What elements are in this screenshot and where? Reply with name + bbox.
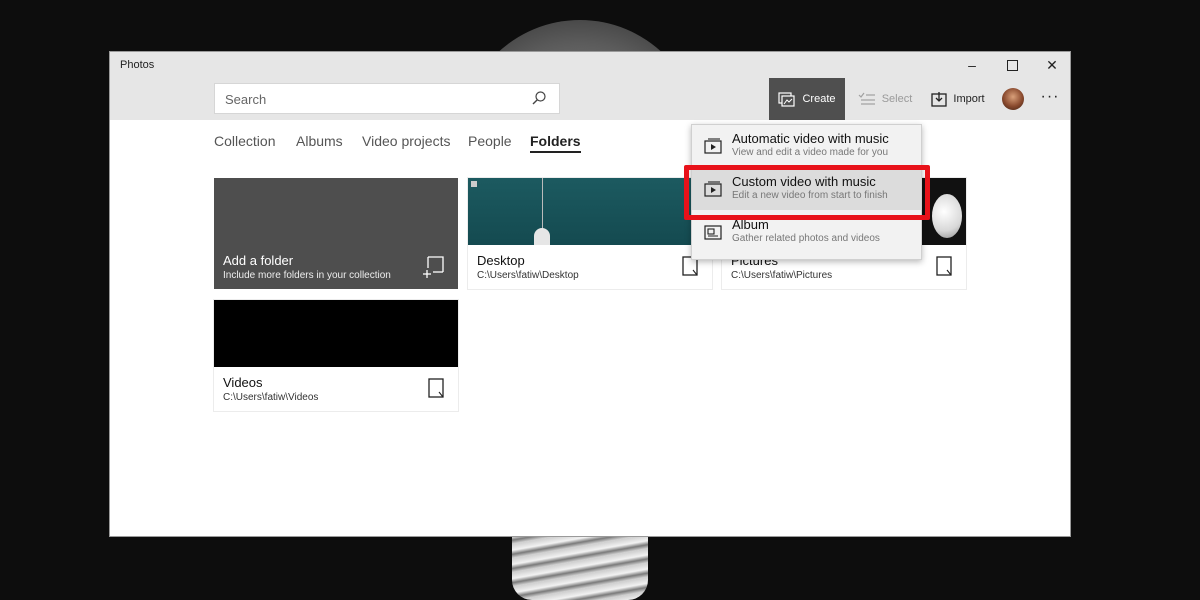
maximize-icon (1006, 59, 1018, 71)
import-button[interactable]: Import (926, 78, 990, 120)
folder-name: Videos (223, 375, 263, 390)
avatar[interactable] (1002, 88, 1024, 110)
tab-albums[interactable]: Albums (296, 133, 343, 149)
folder-thumbnail (468, 178, 712, 245)
tab-collection[interactable]: Collection (214, 133, 275, 149)
annotation-highlight-box (684, 165, 930, 220)
select-button[interactable]: Select (854, 78, 916, 120)
create-button[interactable]: Create (769, 78, 845, 120)
title-bar: Photos – ✕ Search Create Select Import ·… (110, 52, 1070, 120)
maximize-button[interactable] (992, 54, 1032, 76)
folder-icon (936, 256, 952, 276)
search-icon (532, 91, 546, 105)
import-icon (931, 92, 948, 107)
minimize-button[interactable]: – (952, 54, 992, 76)
create-icon (778, 91, 796, 107)
menu-item-automatic-video[interactable]: Automatic video with music View and edit… (692, 125, 921, 167)
menu-item-subtitle: Gather related photos and videos (732, 233, 880, 244)
folder-name: Add a folder (223, 253, 294, 268)
folder-path: C:\Users\fatiw\Videos (223, 392, 319, 403)
add-folder-card[interactable]: Add a folder Include more folders in you… (214, 178, 458, 289)
folder-path: C:\Users\fatiw\Desktop (477, 270, 579, 281)
more-options-button[interactable]: ··· (1038, 88, 1062, 110)
search-placeholder: Search (225, 92, 267, 107)
tab-video-projects[interactable]: Video projects (362, 133, 450, 149)
background-bulb-base (512, 530, 648, 600)
folder-card-videos[interactable]: Videos C:\Users\fatiw\Videos (214, 300, 458, 411)
search-input[interactable]: Search (214, 83, 560, 114)
menu-item-subtitle: View and edit a video made for you (732, 147, 889, 158)
folder-thumbnail (214, 300, 458, 367)
import-label: Import (953, 93, 985, 105)
app-title: Photos (120, 59, 155, 71)
photos-window: Photos – ✕ Search Create Select Import ·… (109, 51, 1071, 537)
folder-path: C:\Users\fatiw\Pictures (731, 270, 833, 281)
album-icon (704, 225, 722, 240)
folder-path: Include more folders in your collection (223, 270, 391, 281)
folder-card-desktop[interactable]: Desktop C:\Users\fatiw\Desktop (468, 178, 712, 289)
video-icon (704, 138, 722, 154)
folder-name: Desktop (477, 253, 525, 268)
select-icon (858, 92, 875, 105)
create-label: Create (802, 93, 836, 105)
menu-item-title: Automatic video with music (732, 131, 889, 146)
add-folder-icon (423, 256, 444, 278)
select-label: Select (881, 93, 913, 105)
tab-people[interactable]: People (468, 133, 512, 149)
tab-folders[interactable]: Folders (530, 133, 581, 153)
close-button[interactable]: ✕ (1032, 54, 1070, 76)
folder-icon (428, 378, 444, 398)
